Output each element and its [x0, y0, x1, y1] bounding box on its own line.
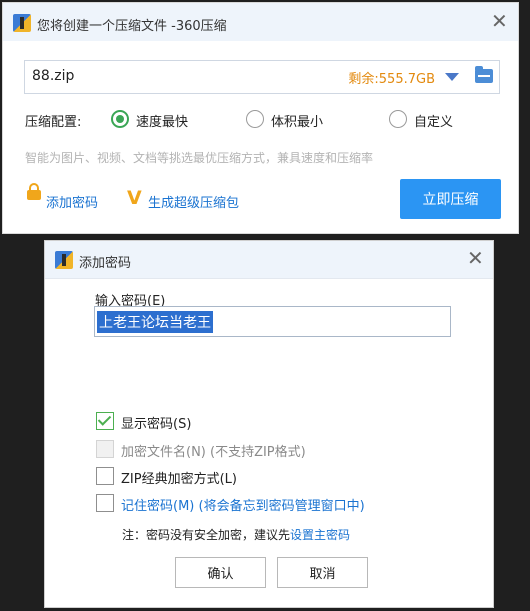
- close-icon[interactable]: ✕: [491, 11, 508, 31]
- compress-now-button[interactable]: 立即压缩: [400, 179, 501, 219]
- title-bar: 您将创建一个压缩文件 -360压缩 ✕: [3, 3, 518, 41]
- compression-hint: 智能为图片、视频、文档等挑选最优压缩方式，兼具速度和压缩率: [25, 151, 374, 165]
- app-icon: [55, 251, 73, 269]
- make-super-archive-link[interactable]: 生成超级压缩包: [148, 192, 239, 211]
- show-password-label[interactable]: 显示密码(S): [121, 413, 191, 432]
- zip-classic-checkbox[interactable]: [96, 467, 114, 485]
- show-password-checkbox[interactable]: [96, 412, 114, 430]
- radio-custom[interactable]: [389, 110, 407, 128]
- radio-smallest-label[interactable]: 体积最小: [271, 111, 323, 130]
- compress-window: 您将创建一个压缩文件 -360压缩 ✕ 88.zip 剩余:555.7GB 压缩…: [2, 2, 519, 234]
- compression-config-label: 压缩配置:: [25, 115, 82, 130]
- encrypt-filenames-checkbox: [96, 440, 114, 458]
- remember-password-checkbox[interactable]: [96, 494, 114, 512]
- chevron-down-icon[interactable]: [445, 73, 459, 81]
- dialog-title-bar: 添加密码 ✕: [45, 241, 493, 279]
- lock-icon: [27, 183, 41, 200]
- free-space-label: 剩余:555.7GB: [348, 72, 435, 87]
- window-title: 您将创建一个压缩文件 -360压缩: [37, 19, 227, 34]
- zip-classic-label[interactable]: ZIP经典加密方式(L): [121, 468, 237, 487]
- close-icon[interactable]: ✕: [467, 248, 484, 268]
- cancel-button[interactable]: 取消: [277, 557, 368, 588]
- archive-path-input[interactable]: 88.zip 剩余:555.7GB: [24, 60, 500, 94]
- folder-icon[interactable]: [475, 66, 493, 83]
- app-icon: [13, 14, 31, 32]
- password-dialog: 添加密码 ✕ 输入密码(E) 上老王论坛当老王 显示密码(S) 加密文件名(N)…: [44, 240, 494, 608]
- radio-custom-label[interactable]: 自定义: [414, 111, 453, 130]
- password-value[interactable]: 上老王论坛当老王: [97, 311, 213, 333]
- security-note: 注：密码没有安全加密，建议先设置主密码: [122, 526, 350, 543]
- confirm-button[interactable]: 确认: [175, 557, 266, 588]
- security-note-text: 注：密码没有安全加密，建议先: [122, 528, 291, 542]
- super-zip-icon: V: [127, 187, 142, 209]
- dialog-title: 添加密码: [79, 256, 132, 271]
- remember-password-label[interactable]: 记住密码(M) (将会备忘到密码管理窗口中): [121, 495, 365, 514]
- radio-fastest[interactable]: [111, 110, 129, 128]
- set-master-password-link[interactable]: 设置主密码: [290, 528, 350, 542]
- radio-fastest-label[interactable]: 速度最快: [136, 111, 188, 130]
- encrypt-filenames-label: 加密文件名(N) (不支持ZIP格式): [121, 445, 306, 460]
- password-input[interactable]: 上老王论坛当老王: [94, 306, 451, 337]
- archive-file-name[interactable]: 88.zip: [32, 68, 74, 84]
- add-password-link[interactable]: 添加密码: [46, 192, 98, 211]
- radio-smallest[interactable]: [246, 110, 264, 128]
